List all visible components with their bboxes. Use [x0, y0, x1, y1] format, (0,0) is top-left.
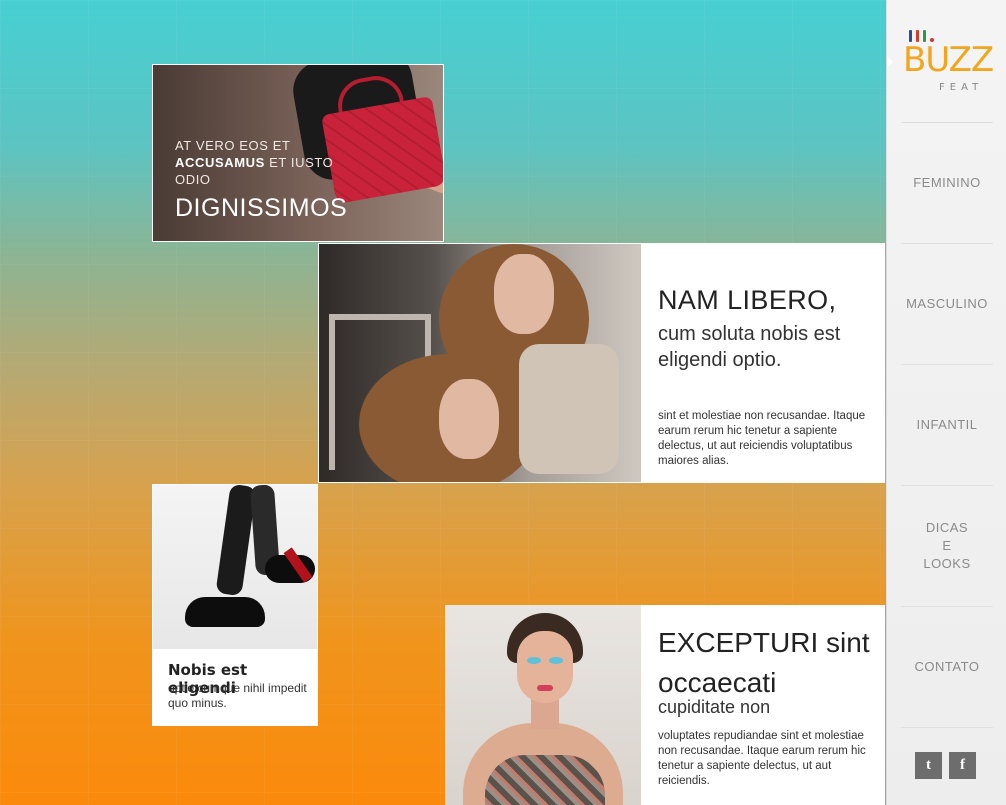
background-gradient: AT VERO EOS ET ACCUSAMUS ET IUSTO ODIO D…	[0, 0, 886, 805]
caption-line-2: ACCUSAMUS ET IUSTO	[175, 154, 347, 171]
feature-body: optio cumque nihil impedit quo minus.	[168, 681, 307, 710]
feature-subtitle: cum soluta nobis est eligendi optio.	[658, 323, 841, 371]
feature-subtitle: cupiditate non	[658, 697, 771, 717]
photo-face	[517, 631, 573, 703]
caption-line-3: ODIO	[175, 172, 211, 187]
photo-eye-left	[527, 657, 541, 664]
feature-card-text-1[interactable]: NAM LIBERO, cum soluta nobis est eligend…	[642, 243, 885, 483]
feature-body: sint et molestiae non recusandae. Itaque…	[658, 410, 866, 467]
photo-shoe-1	[185, 597, 265, 627]
photo-face-2	[439, 379, 499, 459]
photo-dress	[485, 755, 605, 805]
nav-item-infantil[interactable]: INFANTIL	[887, 365, 1006, 485]
feature-card-shoes[interactable]: Nobis est eligendi optio cumque nihil im…	[152, 484, 318, 726]
photo-neck	[531, 699, 559, 729]
feature-body: voluptates repudiandae sint et molestiae…	[658, 730, 866, 787]
photo-shoulder	[519, 344, 619, 474]
photo-face-1	[494, 254, 554, 334]
sidebar-nav: BUZZ FEAT FEMININO MASCULINO INFANTIL DI…	[886, 0, 1006, 805]
twitter-icon[interactable]: t	[915, 752, 942, 779]
logo[interactable]: BUZZ FEAT	[901, 22, 997, 102]
nav-label: MASCULINO	[906, 296, 988, 311]
caption-rest: ET IUSTO	[264, 155, 334, 170]
nav-item-contato[interactable]: CONTATO	[887, 607, 1006, 727]
feature-photo-runway-model[interactable]	[445, 605, 641, 805]
nav-item-masculino[interactable]: MASCULINO	[887, 244, 1006, 364]
feature-card-handbag-caption: AT VERO EOS ET ACCUSAMUS ET IUSTO ODIO D…	[175, 137, 347, 223]
photo-shoes	[153, 485, 317, 649]
social-links: t f	[915, 752, 976, 779]
feature-photo-models[interactable]	[318, 243, 642, 483]
nav-label: FEMININO	[913, 175, 981, 190]
photo-eye-right	[549, 657, 563, 664]
nav-separator	[901, 727, 993, 728]
caption-bold-word: ACCUSAMUS	[175, 155, 265, 170]
caption-headline: DIGNISSIMOS	[175, 194, 348, 222]
nav-item-dicas-e-looks[interactable]: DICAS E LOOKS	[887, 486, 1006, 606]
feature-card-text-2[interactable]: EXCEPTURI sint occaecati cupiditate non …	[641, 605, 885, 805]
feature-title: EXCEPTURI sint occaecati	[658, 627, 870, 698]
nav-label: DICAS E LOOKS	[923, 520, 971, 571]
feature-card-handbag[interactable]: AT VERO EOS ET ACCUSAMUS ET IUSTO ODIO D…	[152, 64, 444, 242]
logo-sub: FEAT	[939, 82, 984, 93]
nav-label: CONTATO	[914, 659, 980, 674]
logo-word: BUZZ	[903, 40, 994, 80]
feature-title: NAM LIBERO,	[658, 285, 837, 315]
active-indicator-arrow	[887, 56, 893, 68]
caption-line-1: AT VERO EOS ET	[175, 138, 291, 153]
facebook-icon[interactable]: f	[949, 752, 976, 779]
photo-lips	[537, 685, 553, 691]
nav-item-feminino[interactable]: FEMININO	[887, 123, 1006, 243]
nav-label: INFANTIL	[916, 417, 978, 432]
